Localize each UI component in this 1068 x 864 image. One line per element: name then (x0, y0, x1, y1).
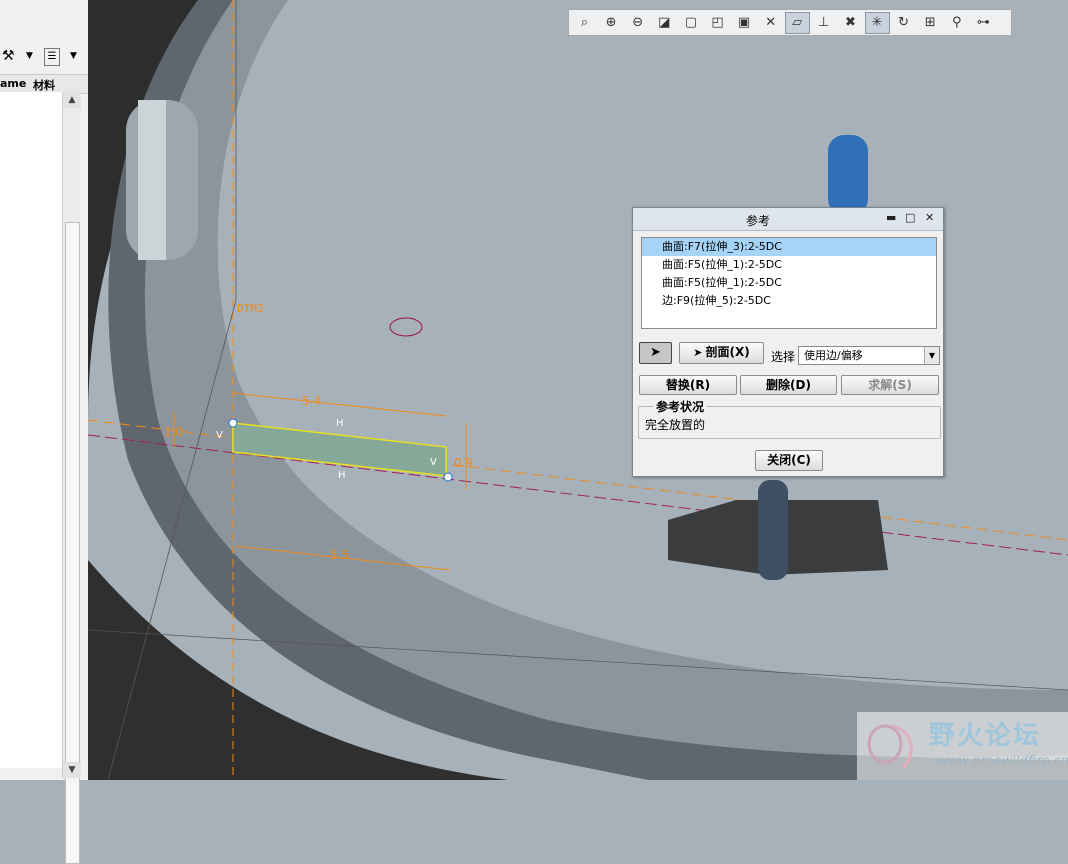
model-tree-list[interactable] (0, 92, 62, 768)
close-icon[interactable]: ✕ (925, 211, 934, 224)
constraint-v-left: V (216, 430, 223, 441)
constraint-display-icon[interactable]: ⚲ (944, 12, 969, 34)
watermark-url: www.proewildfire.cn (937, 754, 1068, 769)
solve-button[interactable]: 求解(S) (841, 375, 939, 395)
reference-status-group: 参考状况 完全放置的 (638, 398, 941, 439)
section-button[interactable]: ➤ 剖面(X) (679, 342, 764, 364)
sketch-vertex (228, 418, 238, 428)
vertex-display-icon[interactable]: ⊶ (971, 12, 996, 34)
references-dialog: 参考 ▬ □ ✕ 曲面:F7(拉伸_3):2-5DC 曲面:F5(拉伸_1):2-… (632, 207, 944, 477)
refit-icon[interactable]: ◪ (652, 12, 677, 34)
constraint-h-top: H (336, 418, 344, 429)
datum-display-icon[interactable]: ✕ (758, 12, 783, 34)
dimension-display-icon[interactable]: ⊞ (918, 12, 943, 34)
replace-button[interactable]: 替换(R) (639, 375, 737, 395)
camera-icon[interactable]: ▣ (732, 12, 757, 34)
dimension-top[interactable]: 5.4 (302, 394, 321, 408)
watermark-logo-icon (867, 724, 913, 769)
list-settings-icon[interactable]: ☰ (44, 48, 60, 66)
tree-scrollbar[interactable]: ▲ ▼ (62, 92, 81, 864)
tree-column-header: ame 材料 (0, 74, 88, 94)
axis-display-icon[interactable]: ⊥ (811, 12, 836, 34)
column-material[interactable]: 材料 (33, 77, 55, 93)
hammer-icon[interactable]: ⚒ (2, 48, 15, 64)
chevron-down-icon[interactable]: ▼ (26, 51, 33, 61)
maximize-icon[interactable]: □ (905, 211, 915, 224)
minimize-icon[interactable]: ▬ (886, 211, 896, 224)
watermark: 野火论坛 www.proewildfire.cn (857, 712, 1068, 780)
arrow-cursor-icon: ➤ (693, 346, 703, 359)
dimension-right[interactable]: 0.9 (454, 456, 473, 470)
scroll-down-icon[interactable]: ▼ (63, 762, 81, 778)
chevron-down-icon[interactable]: ▼ (70, 51, 77, 61)
reference-row[interactable]: 曲面:F5(拉伸_1):2-5DC (642, 274, 936, 292)
select-reference-button[interactable]: ➤ (639, 342, 672, 364)
csys-display-icon[interactable]: ✳ (864, 11, 890, 34)
zoom-out-icon[interactable]: ⊖ (625, 12, 650, 34)
close-button[interactable]: 关闭(C) (755, 450, 823, 471)
arrow-cursor-icon: ➤ (650, 345, 661, 360)
chevron-down-icon[interactable]: ▼ (924, 347, 939, 364)
view-orientation-icon[interactable]: ▢ (678, 12, 703, 34)
sketch-vertex (443, 472, 453, 482)
delete-button[interactable]: 删除(D) (740, 375, 837, 395)
status-legend: 参考状况 (653, 398, 708, 415)
zoom-in-icon[interactable]: ⊕ (599, 12, 624, 34)
fixture-pin-top (828, 135, 868, 215)
plane-display-icon[interactable]: ▱ (784, 11, 810, 34)
dimension-bottom[interactable]: 5.5 (330, 548, 349, 562)
select-value: 使用边/偏移 (804, 349, 863, 362)
fixture-pin (758, 480, 788, 580)
reference-list[interactable]: 曲面:F7(拉伸_3):2-5DC 曲面:F5(拉伸_1):2-5DC 曲面:F5(… (641, 237, 937, 329)
view-toolbar: ⌕ ⊕ ⊖ ◪ ▢ ◰ ▣ ✕ ▱ ⊥ ✖ ✳ ↻ ⊞ ⚲ ⊶ (568, 9, 1012, 36)
select-label: 选择 (771, 350, 796, 364)
constraint-h-bottom: H (338, 470, 346, 481)
model-tree-toolbar: ⚒ ▼ ☰ ▼ (0, 42, 88, 72)
point-display-icon[interactable]: ✖ (838, 12, 863, 34)
section-button-label: 剖面(X) (705, 345, 750, 359)
dimension-left[interactable]: 1.0 (164, 425, 183, 439)
datum-label: DTM2 (237, 302, 264, 315)
column-name[interactable]: ame (0, 77, 26, 90)
constraint-v-right: V (430, 457, 437, 468)
watermark-name: 野火论坛 (929, 721, 1042, 751)
select-mode-dropdown[interactable]: 使用边/偏移 ▼ (798, 346, 940, 365)
saved-views-icon[interactable]: ◰ (705, 12, 730, 34)
reference-row[interactable]: 边:F9(拉伸_5):2-5DC (642, 292, 936, 310)
dialog-titlebar[interactable]: 参考 ▬ □ ✕ (633, 208, 943, 231)
scroll-up-icon[interactable]: ▲ (63, 92, 81, 108)
dialog-title: 参考 (745, 214, 770, 228)
reference-row[interactable]: 曲面:F7(拉伸_3):2-5DC (642, 238, 936, 256)
model-tree-panel: ⚒ ▼ ☰ ▼ ame 材料 ▲ ▼ (0, 0, 89, 864)
status-text: 完全放置的 (645, 418, 706, 432)
zoom-window-icon[interactable]: ⌕ (572, 12, 597, 34)
refresh-icon[interactable]: ↻ (891, 12, 916, 34)
reference-row[interactable]: 曲面:F5(拉伸_1):2-5DC (642, 256, 936, 274)
